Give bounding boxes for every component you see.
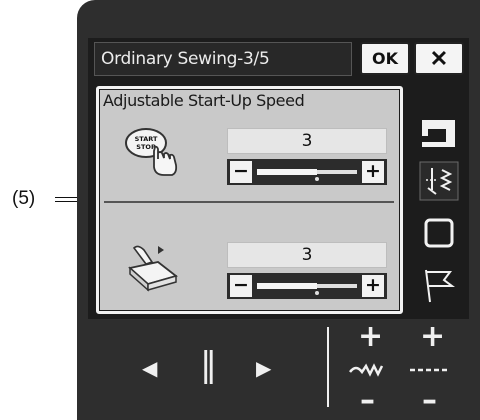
- slider-fill: [257, 283, 317, 289]
- speed-value-display: 3: [227, 128, 387, 154]
- panel-title: Adjustable Start-Up Speed: [103, 91, 305, 110]
- stitch-length-icon: [410, 368, 448, 372]
- close-button[interactable]: ✕: [414, 42, 464, 75]
- slider-track[interactable]: [257, 169, 357, 175]
- page-title: Ordinary Sewing-3/5: [101, 49, 270, 69]
- svg-text:START: START: [135, 135, 158, 143]
- flag-icon[interactable]: [416, 262, 462, 308]
- slider-track[interactable]: [257, 283, 357, 289]
- decrease-button[interactable]: −: [230, 161, 252, 183]
- slider-marker: [315, 291, 319, 295]
- row-divider: [104, 201, 394, 203]
- speed-value-display: 3: [227, 242, 387, 268]
- zigzag-plus-button[interactable]: +: [358, 322, 383, 352]
- startup-speed-panel: Adjustable Start-Up Speed START STOP 3 −…: [100, 90, 399, 310]
- foot-control-icon: [128, 245, 178, 292]
- speed-slider[interactable]: − +: [227, 273, 387, 299]
- title-bar: Ordinary Sewing-3/5: [94, 42, 352, 76]
- square-icon[interactable]: [416, 210, 462, 256]
- speed-slider[interactable]: − +: [227, 159, 387, 185]
- zigzag-minus-button[interactable]: –: [360, 386, 375, 416]
- next-button[interactable]: ▶: [256, 356, 271, 380]
- svg-text:STOP: STOP: [136, 143, 156, 151]
- separator: [327, 327, 329, 407]
- stitch-icon[interactable]: [416, 158, 462, 204]
- increase-button[interactable]: +: [362, 161, 384, 183]
- zigzag-width-icon: [349, 363, 384, 377]
- sewing-machine-icon[interactable]: [416, 110, 462, 156]
- length-plus-button[interactable]: +: [420, 322, 445, 352]
- start-stop-button-icon: START STOP: [125, 128, 178, 176]
- ok-button[interactable]: OK: [360, 42, 410, 75]
- slider-marker: [315, 177, 319, 181]
- slider-fill: [257, 169, 317, 175]
- callout-label: (5): [12, 188, 36, 209]
- pause-button[interactable]: ‖: [200, 348, 217, 382]
- length-minus-button[interactable]: –: [422, 386, 437, 416]
- prev-button[interactable]: ◀: [142, 356, 157, 380]
- decrease-button[interactable]: −: [230, 275, 252, 297]
- increase-button[interactable]: +: [362, 275, 384, 297]
